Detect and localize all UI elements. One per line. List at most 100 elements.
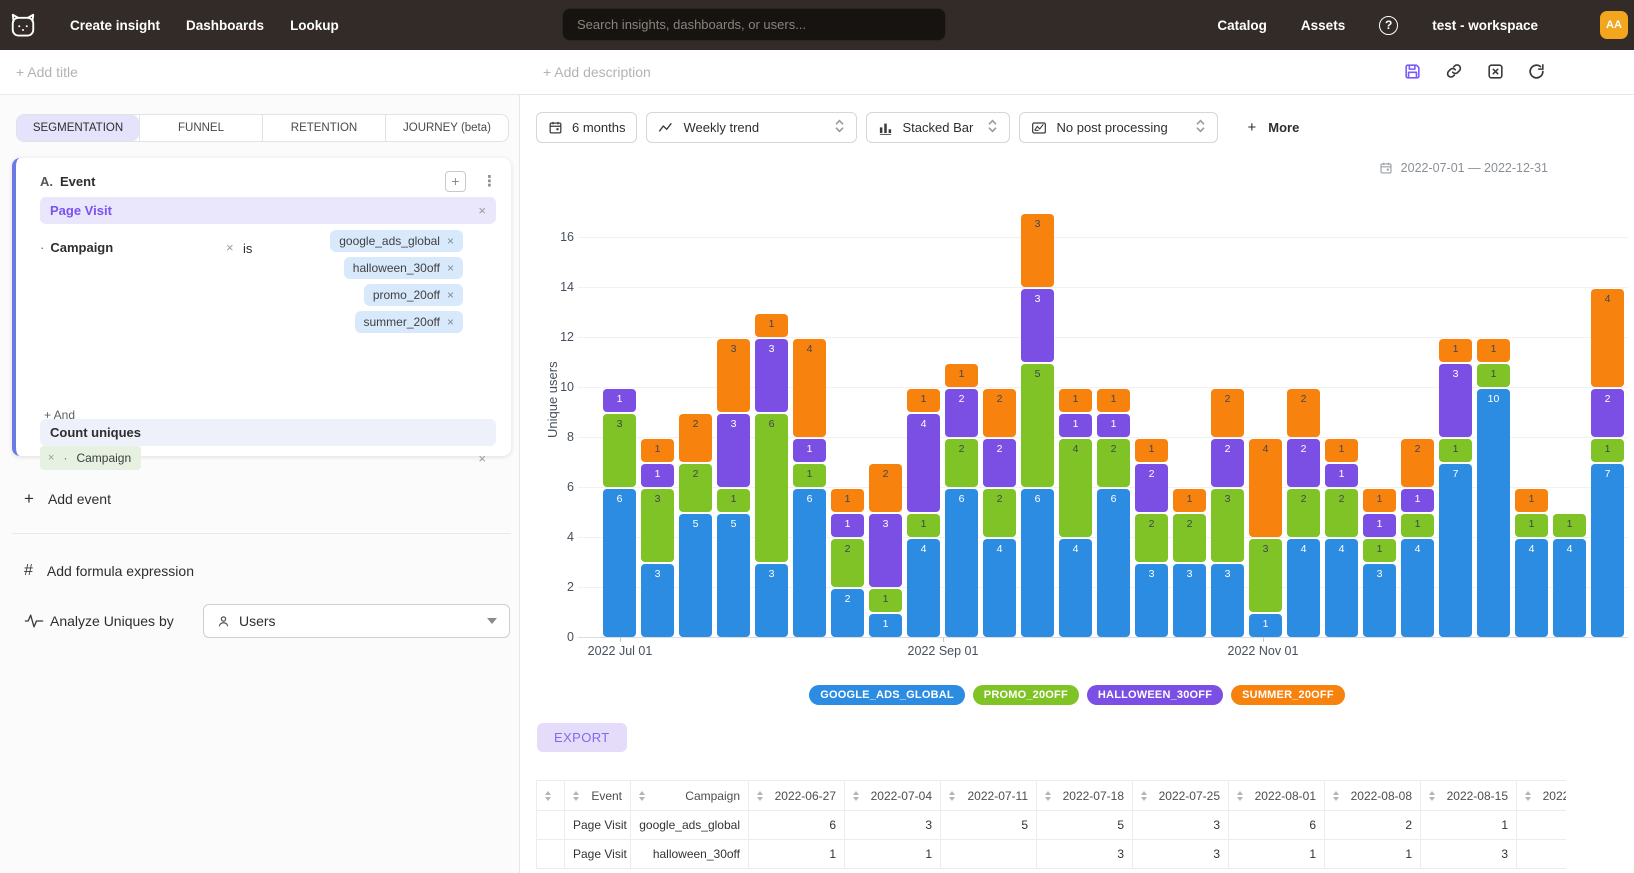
column-header-2022-07-11[interactable]: 2022-07-11 <box>941 781 1037 811</box>
bar-segment[interactable]: 4 <box>1059 439 1092 537</box>
column-header-2022-08-22[interactable]: 2022-08-22 <box>1517 781 1567 811</box>
aggregation-row[interactable]: Count uniques <box>40 419 496 446</box>
bar-segment[interactable]: 2 <box>1135 514 1168 562</box>
bar-segment[interactable]: 1 <box>1135 439 1168 462</box>
sort-icon[interactable] <box>853 791 859 801</box>
column-header-sort[interactable] <box>537 781 565 811</box>
column-header-campaign[interactable]: Campaign <box>631 781 749 811</box>
bar-2022-10-10[interactable]: 123 <box>1173 489 1206 637</box>
bar-segment[interactable]: 1 <box>1553 514 1586 537</box>
bar-2022-12-12[interactable]: 114 <box>1515 489 1548 637</box>
table-row[interactable]: Page Visithalloween_30off1133113 <box>537 840 1567 869</box>
bar-segment[interactable]: 1 <box>755 314 788 337</box>
close-box-icon[interactable] <box>1486 62 1505 81</box>
bar-segment[interactable]: 3 <box>755 564 788 637</box>
bar-segment[interactable]: 2 <box>1591 389 1624 437</box>
bar-segment[interactable]: 1 <box>1059 414 1092 437</box>
bar-2022-08-01[interactable]: 4116 <box>793 339 826 637</box>
bar-segment[interactable]: 1 <box>945 364 978 387</box>
bar-segment[interactable]: 6 <box>945 489 978 637</box>
bar-segment[interactable]: 2 <box>945 389 978 437</box>
save-icon[interactable] <box>1403 62 1422 81</box>
event-menu-icon[interactable]: ⋮ <box>482 172 497 190</box>
bar-2022-09-19[interactable]: 1144 <box>1059 389 1092 637</box>
bar-segment[interactable]: 4 <box>1553 539 1586 637</box>
bar-segment[interactable]: 10 <box>1477 389 1510 637</box>
bar-segment[interactable]: 1 <box>1325 464 1358 487</box>
bar-segment[interactable]: 3 <box>755 339 788 412</box>
bar-segment[interactable]: 6 <box>1097 489 1130 637</box>
bar-2022-08-29[interactable]: 1226 <box>945 364 978 637</box>
bar-segment[interactable]: 3 <box>1021 214 1054 287</box>
bar-segment[interactable]: 5 <box>717 514 750 637</box>
bar-segment[interactable]: 2 <box>1287 489 1320 537</box>
sort-icon[interactable] <box>949 791 955 801</box>
bar-segment[interactable]: 3 <box>1211 564 1244 637</box>
bar-segment[interactable]: 5 <box>679 514 712 637</box>
bar-segment[interactable]: 4 <box>1591 289 1624 387</box>
bar-segment[interactable]: 2 <box>1135 464 1168 512</box>
bar-segment[interactable]: 4 <box>793 339 826 437</box>
bar-segment[interactable]: 3 <box>1173 564 1206 637</box>
bar-2022-08-08[interactable]: 1122 <box>831 489 864 637</box>
bar-2022-07-04[interactable]: 1133 <box>641 439 674 637</box>
bar-segment[interactable]: 1 <box>793 439 826 462</box>
bar-segment[interactable]: 1 <box>641 464 674 487</box>
bar-segment[interactable]: 2 <box>983 439 1016 487</box>
bar-segment[interactable]: 1 <box>1401 489 1434 512</box>
legend-pill-promo_20off[interactable]: PROMO_20OFF <box>973 685 1079 705</box>
bar-segment[interactable]: 1 <box>1325 439 1358 462</box>
add-title-button[interactable]: + Add title <box>16 64 78 80</box>
sort-icon[interactable] <box>573 791 579 801</box>
bar-segment[interactable]: 5 <box>1021 364 1054 487</box>
nav-catalog[interactable]: Catalog <box>1217 18 1267 33</box>
column-header-2022-08-15[interactable]: 2022-08-15 <box>1421 781 1517 811</box>
bar-segment[interactable]: 2 <box>679 464 712 512</box>
remove-event-icon[interactable]: × <box>478 203 486 218</box>
bar-segment[interactable]: 1 <box>831 514 864 537</box>
column-header-event[interactable]: Event <box>565 781 631 811</box>
bar-segment[interactable]: 1 <box>869 614 902 637</box>
column-header-2022-08-01[interactable]: 2022-08-01 <box>1229 781 1325 811</box>
filter-operator[interactable]: is <box>243 241 252 256</box>
workspace-name[interactable]: test - workspace <box>1432 18 1538 33</box>
bar-segment[interactable]: 1 <box>1439 439 1472 462</box>
bar-segment[interactable]: 2 <box>983 389 1016 437</box>
add-filter-icon[interactable]: + <box>445 171 466 192</box>
bar-2022-08-15[interactable]: 2311 <box>869 464 902 637</box>
bar-segment[interactable]: 1 <box>1363 489 1396 512</box>
bar-segment[interactable]: 2 <box>831 589 864 637</box>
bar-segment[interactable]: 4 <box>907 539 940 637</box>
column-header-2022-08-08[interactable]: 2022-08-08 <box>1325 781 1421 811</box>
bar-segment[interactable]: 4 <box>1515 539 1548 637</box>
more-button[interactable]: + More <box>1247 119 1299 136</box>
column-header-2022-06-27[interactable]: 2022-06-27 <box>749 781 845 811</box>
bar-segment[interactable]: 1 <box>717 489 750 512</box>
bar-segment[interactable]: 6 <box>603 489 636 637</box>
column-header-2022-07-25[interactable]: 2022-07-25 <box>1133 781 1229 811</box>
bar-segment[interactable]: 6 <box>755 414 788 562</box>
bar-2022-10-31[interactable]: 2224 <box>1287 389 1320 637</box>
user-avatar[interactable]: AA <box>1600 11 1628 39</box>
bar-2022-09-05[interactable]: 2224 <box>983 389 1016 637</box>
bar-segment[interactable]: 1 <box>641 439 674 462</box>
bar-segment[interactable]: 6 <box>1021 489 1054 637</box>
bar-2022-12-19[interactable]: 14 <box>1553 514 1586 637</box>
bar-2022-09-26[interactable]: 1126 <box>1097 389 1130 637</box>
copy-link-icon[interactable] <box>1444 61 1464 81</box>
bar-segment[interactable]: 2 <box>1211 389 1244 437</box>
bar-segment[interactable]: 1 <box>1439 339 1472 362</box>
bar-segment[interactable]: 3 <box>869 514 902 587</box>
column-header-2022-07-18[interactable]: 2022-07-18 <box>1037 781 1133 811</box>
bar-segment[interactable]: 1 <box>1477 339 1510 362</box>
bar-segment[interactable]: 4 <box>1287 539 1320 637</box>
filter-value-chip[interactable]: halloween_30off× <box>344 257 463 279</box>
bar-segment[interactable]: 1 <box>907 514 940 537</box>
bar-segment[interactable]: 4 <box>907 414 940 512</box>
bar-segment[interactable]: 1 <box>1363 514 1396 537</box>
bar-segment[interactable]: 3 <box>1439 364 1472 437</box>
legend-pill-halloween_30off[interactable]: HALLOWEEN_30OFF <box>1087 685 1223 705</box>
bar-segment[interactable]: 1 <box>1097 414 1130 437</box>
bar-segment[interactable]: 3 <box>717 414 750 487</box>
bar-segment[interactable]: 4 <box>1325 539 1358 637</box>
